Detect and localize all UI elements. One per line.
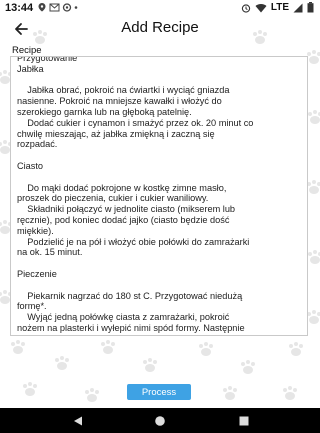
battery-icon bbox=[307, 2, 314, 13]
recipe-text-content: Przygotowanie Jabłka Jabłka obrać, pokro… bbox=[17, 56, 254, 335]
app-bar: Add Recipe bbox=[0, 18, 320, 40]
notification-icons bbox=[38, 2, 86, 15]
alarm-icon bbox=[241, 3, 250, 13]
process-button[interactable]: Process bbox=[127, 384, 191, 400]
signal-icon bbox=[293, 3, 303, 12]
nav-home-button[interactable] bbox=[152, 413, 168, 429]
recipe-textarea[interactable]: Przygotowanie Jabłka Jabłka obrać, pokro… bbox=[10, 56, 308, 336]
page-title: Add Recipe bbox=[121, 19, 199, 36]
status-notification-icons bbox=[38, 3, 78, 12]
back-triangle-icon bbox=[74, 416, 82, 426]
recipe-field-label: Recipe bbox=[12, 45, 42, 56]
network-type-label: LTE bbox=[270, 2, 289, 13]
home-circle-icon bbox=[155, 416, 165, 426]
nav-back-button[interactable] bbox=[70, 413, 86, 429]
navigation-bar bbox=[0, 408, 320, 433]
status-bar: 13:44 LTE bbox=[0, 0, 320, 18]
wifi-icon bbox=[255, 3, 267, 12]
status-right-icons: LTE bbox=[241, 2, 314, 13]
status-time: 13:44 bbox=[5, 2, 34, 14]
recents-square-icon bbox=[239, 416, 249, 426]
nav-recents-button[interactable] bbox=[236, 413, 252, 429]
